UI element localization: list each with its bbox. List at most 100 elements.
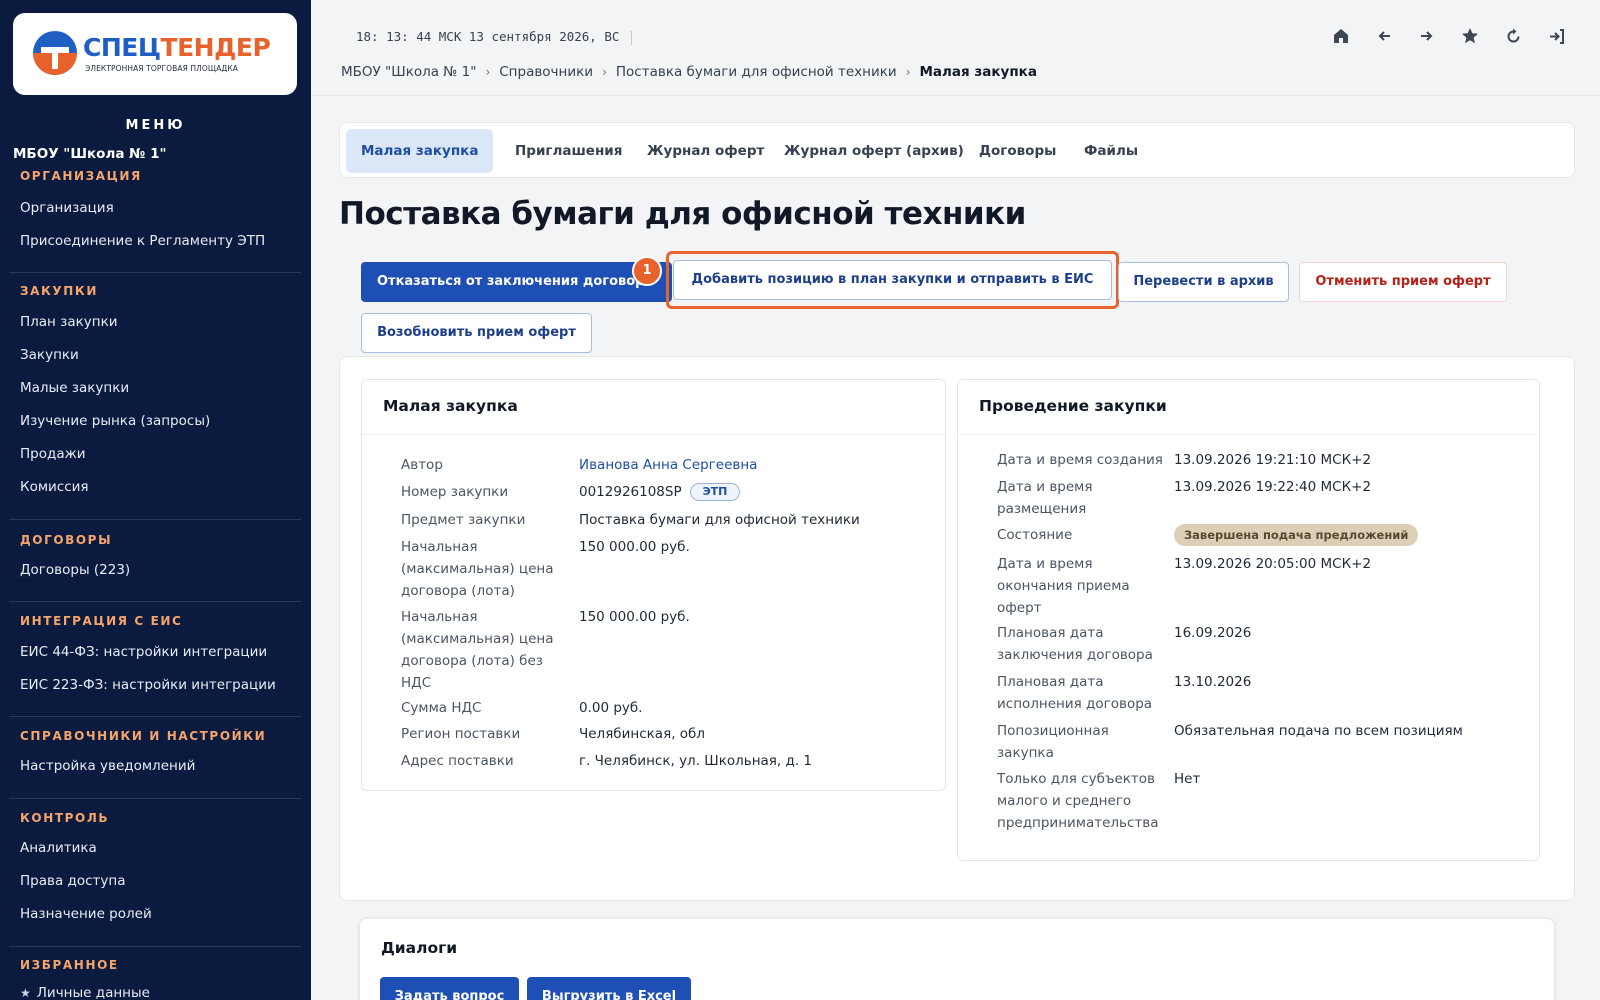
field-label: Начальная (максимальная) цена договора (… bbox=[401, 609, 554, 691]
sidebar-item-eis-44[interactable]: ЕИС 44-ФЗ: настройки интеграции bbox=[20, 644, 267, 660]
field-value: Нет bbox=[1174, 771, 1201, 787]
main-content: 18: 13: 44 МСК 13 сентября 2026, ВС МБОУ bbox=[311, 0, 1600, 1000]
status-badge: Завершена подача предложений bbox=[1174, 524, 1419, 546]
org-name: МБОУ "Школа № 1" bbox=[13, 146, 167, 162]
dialogs-card: Диалоги Задать вопрос Выгрузить в Excel bbox=[359, 918, 1555, 1000]
section-title-settings: СПРАВОЧНИКИ И НАСТРОЙКИ bbox=[20, 729, 267, 743]
breadcrumb-current: Малая закупка bbox=[919, 64, 1037, 80]
arrow-right-icon[interactable] bbox=[1417, 26, 1437, 46]
sidebar-item-access-rights[interactable]: Права доступа bbox=[20, 873, 125, 889]
field-value: 16.09.2026 bbox=[1174, 625, 1252, 641]
resume-offers-button[interactable]: Возобновить прием оферт bbox=[361, 313, 592, 353]
logo-mark-icon bbox=[33, 31, 77, 75]
sidebar-item-notifications[interactable]: Настройка уведомлений bbox=[20, 758, 195, 774]
chevron-right-icon: › bbox=[905, 65, 911, 79]
sidebar-item-regulation[interactable]: Присоединение к Регламенту ЭТП bbox=[20, 233, 265, 249]
step-badge: 1 bbox=[632, 256, 662, 286]
sidebar-divider bbox=[9, 601, 301, 602]
breadcrumb-directories[interactable]: Справочники bbox=[499, 64, 593, 80]
archive-button[interactable]: Перевести в архив bbox=[1118, 262, 1289, 302]
section-title-purchases: ЗАКУПКИ bbox=[20, 284, 98, 298]
chevron-right-icon: › bbox=[485, 65, 491, 79]
field-label: Предмет закупки bbox=[401, 512, 526, 528]
field-label: Адрес поставки bbox=[401, 753, 514, 769]
breadcrumb-purchase[interactable]: Поставка бумаги для офисной техники bbox=[616, 64, 897, 80]
sidebar-item-market-research[interactable]: Изучение рынка (запросы) bbox=[20, 413, 210, 429]
field-value: 0.00 руб. bbox=[579, 700, 643, 716]
sidebar-item-eis-223[interactable]: ЕИС 223-ФЗ: настройки интеграции bbox=[20, 677, 276, 693]
logout-icon[interactable] bbox=[1546, 26, 1566, 46]
field-value: 13.09.2026 19:22:40 МСК+2 bbox=[1174, 479, 1372, 495]
refresh-icon[interactable] bbox=[1503, 26, 1523, 46]
sidebar: СПЕЦТЕНДЕР ЭЛЕКТРОННАЯ ТОРГОВАЯ ПЛОЩАДКА… bbox=[0, 0, 311, 1000]
tab-offers-archive[interactable]: Журнал оферт (архив) bbox=[769, 129, 979, 173]
arrow-left-icon[interactable] bbox=[1374, 26, 1394, 46]
author-link[interactable]: Иванова Анна Сергеевна bbox=[579, 454, 757, 476]
sidebar-item-analytics[interactable]: Аналитика bbox=[20, 840, 97, 856]
star-icon: ★ bbox=[20, 986, 31, 1000]
field-label: Дата и время создания bbox=[997, 452, 1163, 468]
tab-offers-journal[interactable]: Журнал оферт bbox=[632, 129, 779, 173]
tab-files[interactable]: Файлы bbox=[1069, 129, 1153, 173]
sidebar-item-sales[interactable]: Продажи bbox=[20, 446, 86, 462]
section-title-organization: ОРГАНИЗАЦИЯ bbox=[20, 169, 142, 183]
cancel-offers-button[interactable]: Отменить прием оферт bbox=[1299, 262, 1507, 302]
logo-subtitle: ЭЛЕКТРОННАЯ ТОРГОВАЯ ПЛОЩАДКА bbox=[85, 64, 239, 73]
sidebar-item-purchase-plan[interactable]: План закупки bbox=[20, 314, 118, 330]
star-icon[interactable] bbox=[1460, 26, 1480, 46]
details-card: Малая закупка Автор Иванова Анна Сергеев… bbox=[339, 356, 1575, 901]
sidebar-divider bbox=[9, 272, 301, 273]
field-label: Номер закупки bbox=[401, 484, 509, 500]
breadcrumb-org[interactable]: МБОУ "Школа № 1" bbox=[341, 64, 476, 80]
field-value: Поставка бумаги для офисной техники bbox=[579, 512, 860, 528]
field-value: Челябинская, обл bbox=[579, 726, 706, 742]
section-title-eis-integration: ИНТЕГРАЦИЯ С ЕИС bbox=[20, 614, 183, 628]
field-value: 150 000.00 руб. bbox=[579, 539, 690, 555]
field-value: Обязательная подача по всем позициям bbox=[1174, 723, 1463, 739]
field-label: Сумма НДС bbox=[401, 700, 482, 716]
top-icons bbox=[1331, 26, 1566, 46]
sidebar-divider bbox=[9, 946, 301, 947]
tab-small-purchase[interactable]: Малая закупка bbox=[346, 129, 494, 173]
sidebar-item-organization[interactable]: Организация bbox=[20, 200, 114, 216]
dialogs-title: Диалоги bbox=[381, 939, 458, 957]
field-value: 150 000.00 руб. bbox=[579, 609, 690, 625]
section-title-control: КОНТРОЛЬ bbox=[20, 811, 110, 825]
logo-title: СПЕЦТЕНДЕР bbox=[83, 33, 271, 62]
field-label: Регион поставки bbox=[401, 726, 521, 742]
ask-question-button[interactable]: Задать вопрос bbox=[380, 977, 519, 1000]
purchase-panel-title: Малая закупка bbox=[362, 380, 945, 435]
page-title: Поставка бумаги для офисной техники bbox=[339, 196, 1026, 232]
purchase-panel: Малая закупка Автор Иванова Анна Сергеев… bbox=[361, 379, 946, 791]
conduct-panel-title: Проведение закупки bbox=[958, 380, 1539, 435]
status-value: Завершена подача предложений bbox=[1174, 524, 1419, 546]
tab-invitations[interactable]: Приглашения bbox=[500, 129, 637, 173]
refuse-contract-button[interactable]: Отказаться от заключения договора bbox=[361, 262, 672, 302]
tab-contracts[interactable]: Договоры bbox=[964, 129, 1071, 173]
sidebar-item-personal-data[interactable]: ★ Личные данные bbox=[20, 985, 150, 1000]
chevron-right-icon: › bbox=[602, 65, 607, 79]
field-label: Плановая дата заключения договора bbox=[997, 625, 1153, 663]
sidebar-item-small-purchases[interactable]: Малые закупки bbox=[20, 380, 129, 396]
sidebar-item-roles[interactable]: Назначение ролей bbox=[20, 906, 152, 922]
field-label: Попозиционная закупка bbox=[997, 723, 1109, 761]
sidebar-divider bbox=[9, 798, 301, 799]
tabs-bar: Малая закупка Приглашения Журнал оферт Ж… bbox=[339, 122, 1575, 178]
sidebar-divider bbox=[9, 716, 301, 717]
home-icon[interactable] bbox=[1331, 26, 1351, 46]
sidebar-item-commission[interactable]: Комиссия bbox=[20, 479, 89, 495]
sidebar-item-purchases[interactable]: Закупки bbox=[20, 347, 79, 363]
breadcrumb: МБОУ "Школа № 1" › Справочники › Поставк… bbox=[341, 64, 1037, 80]
field-label: Состояние bbox=[997, 527, 1073, 543]
conduct-panel: Проведение закупки Дата и время создания… bbox=[957, 379, 1540, 861]
field-value: 13.09.2026 20:05:00 МСК+2 bbox=[1174, 556, 1372, 572]
clock: 18: 13: 44 МСК 13 сентября 2026, ВС bbox=[356, 29, 633, 45]
export-excel-button[interactable]: Выгрузить в Excel bbox=[527, 977, 691, 1000]
section-title-favorites: ИЗБРАННОЕ bbox=[20, 958, 119, 972]
sidebar-item-contracts-223[interactable]: Договоры (223) bbox=[20, 562, 130, 578]
field-label: Дата и время размещения bbox=[997, 479, 1093, 517]
logo[interactable]: СПЕЦТЕНДЕР ЭЛЕКТРОННАЯ ТОРГОВАЯ ПЛОЩАДКА bbox=[13, 13, 297, 95]
field-label: Плановая дата исполнения договора bbox=[997, 674, 1153, 712]
field-label: Начальная (максимальная) цена договора (… bbox=[401, 539, 554, 599]
field-label: Автор bbox=[401, 457, 443, 473]
